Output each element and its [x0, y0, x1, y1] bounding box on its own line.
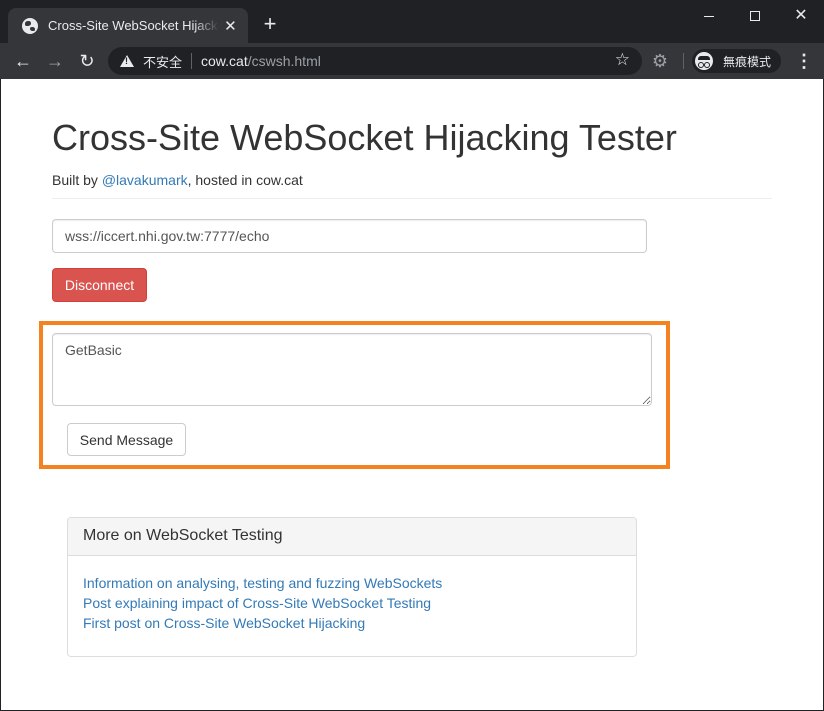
- tab-title: Cross-Site WebSocket Hijacking Tester: [48, 18, 219, 33]
- panel-heading: More on WebSocket Testing: [68, 518, 636, 556]
- byline: Built by @lavakumark, hosted in cow.cat: [52, 172, 303, 188]
- close-icon: ✕: [794, 7, 808, 24]
- window-frame-left: [0, 79, 1, 711]
- globe-icon: [22, 17, 38, 34]
- link-impact-post[interactable]: Post explaining impact of Cross-Site Web…: [83, 593, 621, 613]
- author-link[interactable]: @lavakumark: [102, 172, 188, 188]
- websocket-url-input[interactable]: [52, 219, 647, 253]
- disconnect-button[interactable]: Disconnect: [52, 268, 147, 302]
- window-maximize-button[interactable]: [732, 0, 778, 32]
- info-panel: More on WebSocket Testing Information on…: [67, 517, 637, 657]
- reload-button[interactable]: ↻: [75, 49, 99, 73]
- browser-tab[interactable]: Cross-Site WebSocket Hijacking Tester ✕: [8, 8, 248, 43]
- panel-body: Information on analysing, testing and fu…: [68, 556, 636, 650]
- address-bar[interactable]: 不安全 cow.cat/cswsh.html ☆: [108, 47, 642, 75]
- message-textarea[interactable]: GetBasic: [52, 333, 652, 406]
- send-message-button[interactable]: Send Message: [67, 423, 186, 456]
- header-divider: [52, 198, 772, 199]
- maximize-icon: [750, 11, 760, 21]
- page-viewport: Cross-Site WebSocket Hijacking Tester Bu…: [1, 79, 823, 710]
- minimize-icon: [704, 15, 714, 17]
- more-menu-icon[interactable]: ⋮: [794, 51, 814, 71]
- url-host: cow.cat: [201, 53, 248, 69]
- link-analysing-websockets[interactable]: Information on analysing, testing and fu…: [83, 573, 621, 593]
- incognito-indicator[interactable]: 無痕模式: [692, 49, 781, 73]
- tab-close-icon[interactable]: ✕: [223, 17, 238, 35]
- warning-icon[interactable]: [120, 55, 134, 67]
- url-path: /cswsh.html: [247, 53, 321, 69]
- window-close-button[interactable]: ✕: [778, 0, 824, 32]
- security-label[interactable]: 不安全: [143, 52, 182, 71]
- new-tab-button[interactable]: +: [258, 12, 282, 36]
- byline-prefix: Built by: [52, 172, 102, 188]
- back-button[interactable]: ←: [11, 49, 35, 73]
- omnibox-divider: [191, 53, 193, 69]
- toolbar-divider: [683, 53, 684, 69]
- browser-toolbar: ← → ↻ 不安全 cow.cat/cswsh.html ☆ ⚙ 無痕模式 ⋮: [0, 43, 824, 79]
- browser-titlebar: Cross-Site WebSocket Hijacking Tester ✕ …: [0, 0, 824, 43]
- byline-suffix: , hosted in cow.cat: [187, 172, 303, 188]
- star-icon[interactable]: ☆: [615, 50, 630, 70]
- link-first-post[interactable]: First post on Cross-Site WebSocket Hijac…: [83, 613, 621, 633]
- incognito-label: 無痕模式: [723, 54, 772, 69]
- forward-button[interactable]: →: [43, 49, 67, 73]
- incognito-icon: [695, 52, 713, 70]
- page-title: Cross-Site WebSocket Hijacking Tester: [52, 117, 677, 158]
- extension-gear-icon[interactable]: ⚙: [650, 51, 670, 71]
- window-minimize-button[interactable]: [686, 0, 732, 32]
